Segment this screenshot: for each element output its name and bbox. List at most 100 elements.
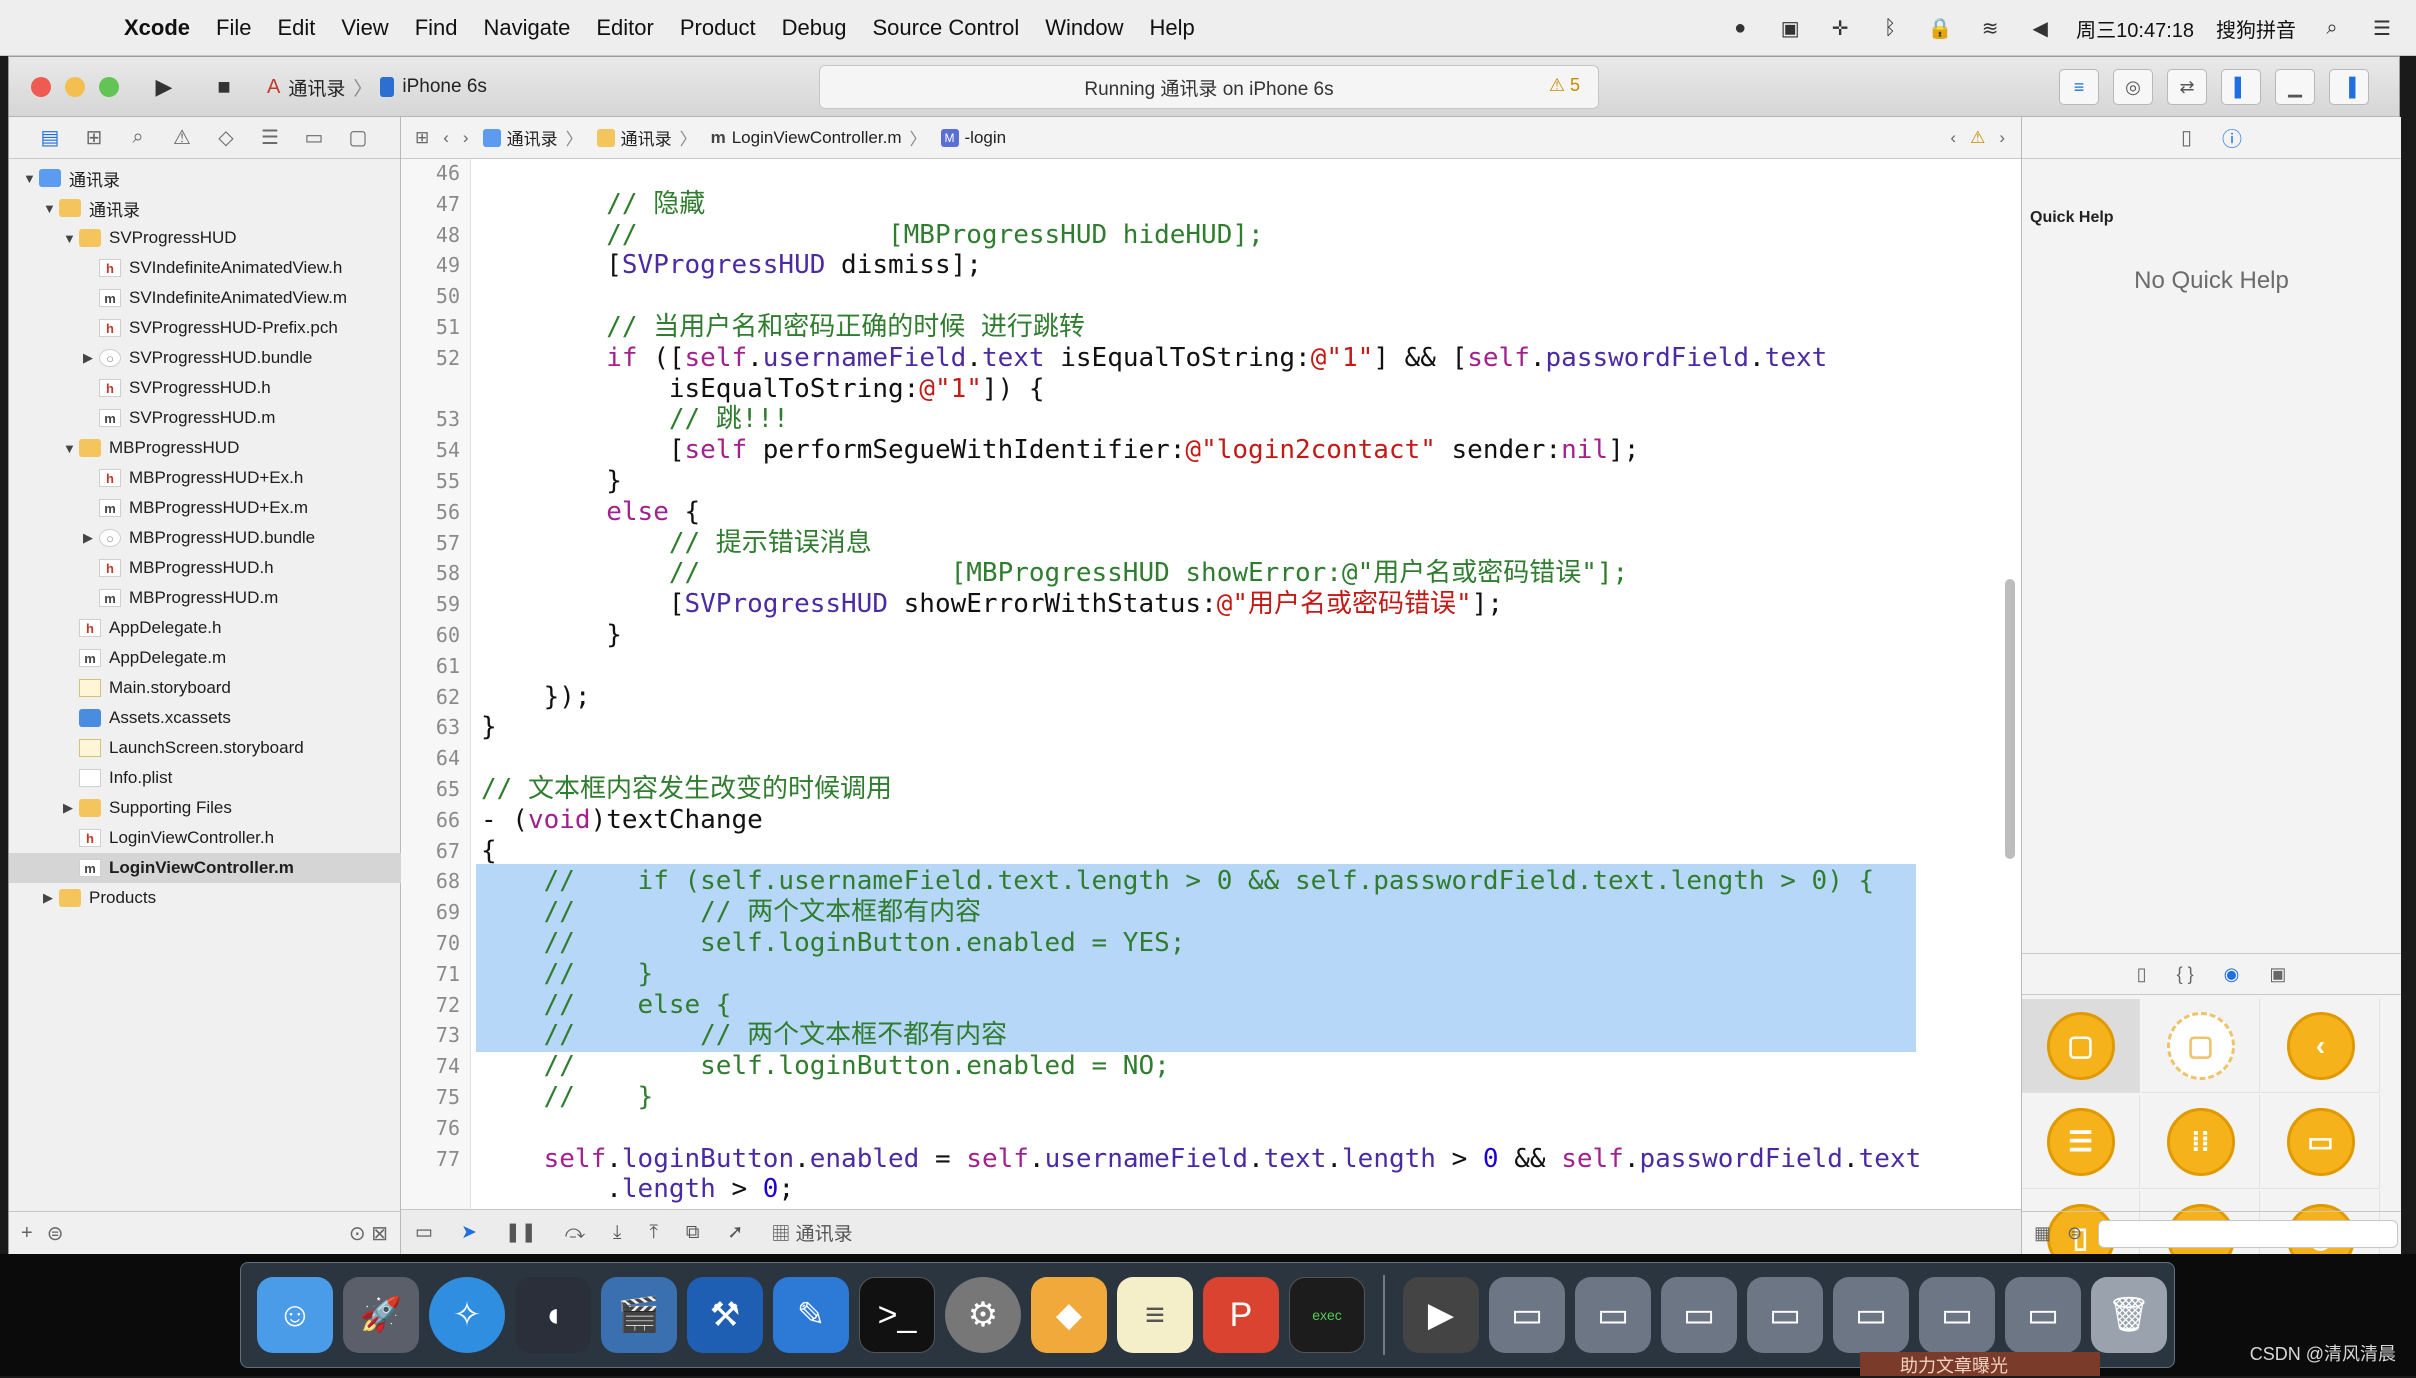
project-navigator-icon[interactable]: ▤ [37, 125, 63, 150]
tree-item[interactable]: ▶○MBProgressHUD.bundle [9, 523, 401, 553]
menu-product[interactable]: Product [680, 15, 756, 41]
previous-issue-icon[interactable]: ‹ [1950, 128, 1956, 148]
menu-source-control[interactable]: Source Control [873, 15, 1020, 41]
file-template-icon[interactable]: ▯ [2137, 964, 2147, 985]
menu-view[interactable]: View [341, 15, 388, 41]
warning-badge[interactable]: ⚠ 5 [1549, 75, 1580, 96]
mouse-app-icon[interactable]: ◖ [515, 1277, 591, 1353]
toggle-debug-area-icon[interactable]: ▁ [2275, 69, 2315, 105]
tree-item[interactable]: mMBProgressHUD+Ex.m [9, 493, 401, 523]
standard-editor-icon[interactable]: ≡ [2059, 69, 2099, 105]
notes-icon[interactable]: ≡ [1117, 1277, 1193, 1353]
window-thumb-6-icon[interactable]: ▭ [1919, 1277, 1995, 1353]
menu-edit[interactable]: Edit [277, 15, 315, 41]
trash-icon[interactable]: 🗑 [2091, 1277, 2167, 1353]
tree-item[interactable]: ▶Supporting Files [9, 793, 401, 823]
grid-view-icon[interactable]: ▦ [2034, 1223, 2051, 1244]
test-navigator-icon[interactable]: ◇ [213, 125, 239, 150]
safari-icon[interactable]: ✧ [429, 1277, 505, 1353]
file-inspector-icon[interactable]: ▯ [2181, 125, 2192, 150]
storyboard-reference-item[interactable]: ▢ [2142, 999, 2260, 1093]
recent-files-icon[interactable]: ⊙ ⊠ [349, 1221, 388, 1246]
console-icon[interactable]: exec [1289, 1277, 1365, 1353]
quicktime-icon[interactable]: ▶ [1403, 1277, 1479, 1353]
breakpoint-navigator-icon[interactable]: ▭ [301, 125, 327, 150]
system-preferences-icon[interactable]: ⚙ [945, 1277, 1021, 1353]
wifi-icon[interactable]: ≋ [1976, 14, 2004, 42]
window-thumb-3-icon[interactable]: ▭ [1661, 1277, 1737, 1353]
disclosure-triangle-icon[interactable]: ▶ [83, 350, 99, 366]
disclosure-triangle-icon[interactable]: ▼ [23, 171, 39, 186]
tree-item[interactable]: ▼通讯录 [9, 163, 401, 193]
menu-debug[interactable]: Debug [782, 15, 847, 41]
xcode-icon[interactable]: ⚒ [687, 1277, 763, 1353]
breakpoints-toggle-icon[interactable]: ➤ [461, 1221, 477, 1244]
version-editor-icon[interactable]: ⇄ [2167, 69, 2207, 105]
window-thumb-7-icon[interactable]: ▭ [2005, 1277, 2081, 1353]
window-thumb-1-icon[interactable]: ▭ [1489, 1277, 1565, 1353]
volume-icon[interactable]: ◀ [2026, 14, 2054, 42]
tree-item[interactable]: hSVProgressHUD-Prefix.pch [9, 313, 401, 343]
debug-navigator-icon[interactable]: ☰ [257, 125, 283, 150]
close-button[interactable] [31, 77, 51, 97]
disclosure-triangle-icon[interactable]: ▼ [43, 201, 59, 216]
window-thumb-4-icon[interactable]: ▭ [1747, 1277, 1823, 1353]
breadcrumb-group[interactable]: 通讯录 [597, 125, 672, 150]
status-green-icon[interactable]: ● [1726, 14, 1754, 42]
menu-help[interactable]: Help [1150, 15, 1195, 41]
input-method[interactable]: 搜狗拼音 [2216, 14, 2296, 43]
menu-window[interactable]: Window [1045, 15, 1123, 41]
source-editor[interactable]: 4647484950515253545556575859606162636465… [401, 159, 2021, 1209]
tree-item[interactable]: ▼SVProgressHUD [9, 223, 401, 253]
notification-center-icon[interactable]: ☰ [2368, 14, 2396, 42]
tree-item[interactable]: hSVIndefiniteAnimatedView.h [9, 253, 401, 283]
zoom-button[interactable] [99, 77, 119, 97]
editor-scrollbar[interactable] [2005, 579, 2015, 859]
tree-item[interactable]: mSVProgressHUD.m [9, 403, 401, 433]
tab-bar-controller-item[interactable]: ▭ [2262, 1095, 2380, 1189]
issue-navigator-icon[interactable]: ⚠ [169, 125, 195, 150]
tree-item[interactable]: mSVIndefiniteAnimatedView.m [9, 283, 401, 313]
terminal-icon[interactable]: >_ [859, 1277, 935, 1353]
next-issue-icon[interactable]: › [1999, 128, 2005, 148]
tree-item[interactable]: hAppDelegate.h [9, 613, 401, 643]
issue-warning-icon[interactable]: ⚠ [1970, 128, 1985, 148]
menu-editor[interactable]: Editor [596, 15, 653, 41]
toggle-utilities-icon[interactable]: ▐ [2329, 69, 2369, 105]
instruments-icon[interactable]: ✎ [773, 1277, 849, 1353]
tree-item[interactable]: LaunchScreen.storyboard [9, 733, 401, 763]
quick-help-icon[interactable]: ⓘ [2222, 123, 2242, 152]
window-thumb-5-icon[interactable]: ▭ [1833, 1277, 1909, 1353]
breadcrumb-method[interactable]: M-login [941, 128, 1007, 148]
window-thumb-2-icon[interactable]: ▭ [1575, 1277, 1651, 1353]
tree-item[interactable]: Main.storyboard [9, 673, 401, 703]
sketch-icon[interactable]: ◆ [1031, 1277, 1107, 1353]
finder-icon[interactable]: ☺ [257, 1277, 333, 1353]
tree-item[interactable]: Assets.xcassets [9, 703, 401, 733]
toggle-navigator-icon[interactable]: ▌ [2221, 69, 2261, 105]
related-items-icon[interactable]: ⊞ [415, 128, 429, 148]
stop-button[interactable]: ■ [199, 67, 249, 107]
tree-item[interactable]: ▼MBProgressHUD [9, 433, 401, 463]
back-icon[interactable]: ‹ [443, 128, 449, 148]
tree-item[interactable]: hSVProgressHUD.h [9, 373, 401, 403]
breadcrumb-file[interactable]: mLoginViewController.m [711, 128, 902, 148]
media-library-icon[interactable]: ▣ [2269, 964, 2286, 985]
assistant-editor-icon[interactable]: ◎ [2113, 69, 2153, 105]
menu-file[interactable]: File [216, 15, 251, 41]
movie-app-icon[interactable]: 🎬 [601, 1277, 677, 1353]
pause-icon[interactable]: ❚❚ [505, 1221, 537, 1244]
debug-target[interactable]: ▦ 通讯录 [771, 1219, 852, 1246]
step-out-icon[interactable]: ⤒ [649, 1222, 657, 1244]
disclosure-triangle-icon[interactable]: ▶ [83, 530, 99, 546]
disclosure-triangle-icon[interactable]: ▼ [63, 231, 79, 246]
tree-item[interactable]: ▶Products [9, 883, 401, 913]
powerpoint-icon[interactable]: P [1203, 1277, 1279, 1353]
location-icon[interactable]: ➚ [727, 1221, 743, 1244]
disclosure-triangle-icon[interactable]: ▼ [63, 441, 79, 456]
tree-item[interactable]: hMBProgressHUD+Ex.h [9, 463, 401, 493]
menu-find[interactable]: Find [415, 15, 458, 41]
menu-navigate[interactable]: Navigate [484, 15, 571, 41]
find-navigator-icon[interactable]: ⌕ [125, 126, 151, 149]
spotlight-search-icon[interactable]: ⌕ [2318, 14, 2346, 42]
